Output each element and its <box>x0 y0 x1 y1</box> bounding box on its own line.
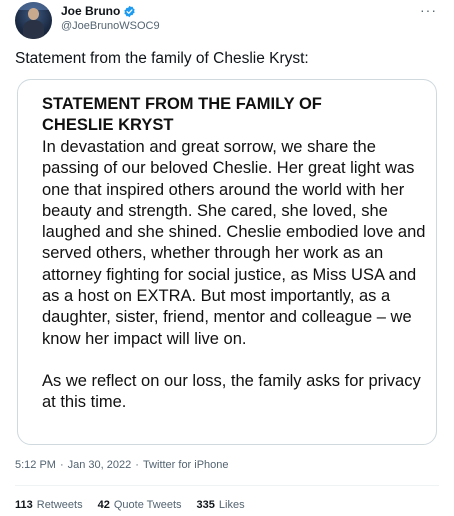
statement-title: STATEMENT FROM THE FAMILY OF CHESLIE KRY… <box>42 95 322 134</box>
author-handle[interactable]: @JoeBrunoWSOC9 <box>61 20 160 32</box>
quote-tweets-label: Quote Tweets <box>113 499 182 511</box>
tweet-source[interactable]: Twitter for iPhone <box>143 459 229 471</box>
tweet-text: Statement from the family of Cheslie Kry… <box>15 50 309 67</box>
author-name[interactable]: Joe Bruno <box>61 4 120 18</box>
meta-separator: · <box>59 459 64 471</box>
retweets-stat[interactable]: 113 Retweets <box>15 499 83 511</box>
avatar-torso <box>23 20 44 39</box>
retweets-count: 113 <box>15 499 33 511</box>
avatar-head <box>28 8 39 20</box>
more-horizontal-icon[interactable]: ··· <box>420 2 437 18</box>
verified-badge-icon <box>124 5 135 17</box>
statement-paragraph: As we reflect on our loss, the family as… <box>42 371 421 412</box>
tweet-meta: 5:12 PM · Jan 30, 2022 · Twitter for iPh… <box>15 459 229 471</box>
meta-separator: · <box>135 459 139 471</box>
likes-count: 335 <box>196 499 215 511</box>
statement-image[interactable]: STATEMENT FROM THE FAMILY OF CHESLIE KRY… <box>17 79 437 445</box>
statement-paragraph: In devastation and great sorrow, we shar… <box>42 138 426 348</box>
quote-tweets-stat[interactable]: 42 Quote Tweets <box>98 499 182 511</box>
tweet-time[interactable]: 5:12 PM <box>15 459 56 471</box>
avatar[interactable] <box>15 2 52 39</box>
likes-label: Likes <box>218 499 245 511</box>
likes-stat[interactable]: 335 Likes <box>197 499 245 511</box>
statement-body: In devastation and great sorrow, we shar… <box>42 137 427 414</box>
divider <box>15 485 439 486</box>
retweets-label: Retweets <box>36 499 83 511</box>
quote-tweets-count: 42 <box>97 499 110 511</box>
author-name-row[interactable]: Joe Bruno <box>61 4 136 18</box>
tweet-date[interactable]: Jan 30, 2022 <box>68 459 132 471</box>
engagement-stats: 113 Retweets 42 Quote Tweets 335 Likes <box>15 499 245 511</box>
